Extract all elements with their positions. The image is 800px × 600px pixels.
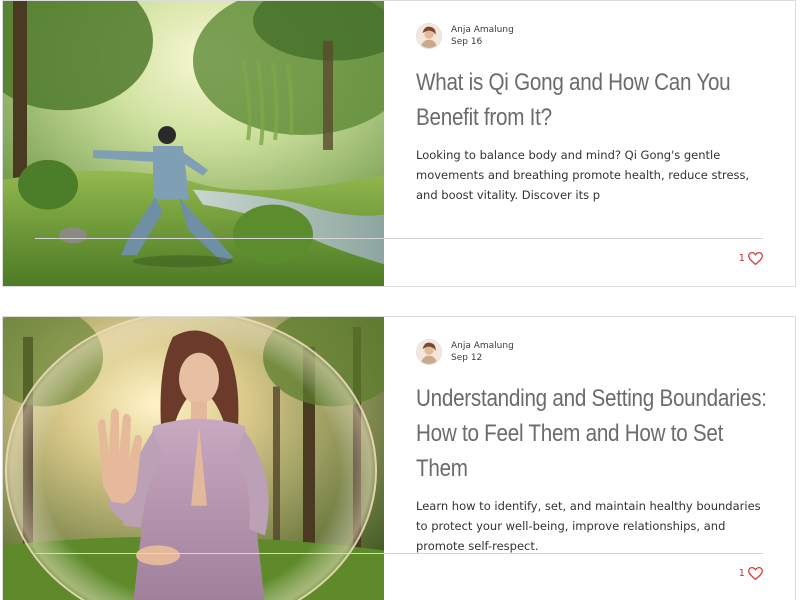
like-count: 1 <box>738 253 745 264</box>
divider <box>35 553 763 554</box>
post-excerpt: Learn how to identify, set, and maintain… <box>416 499 761 553</box>
post-title[interactable]: Understanding and Setting Boundaries: Ho… <box>416 381 777 486</box>
author-row[interactable]: Anja Amalung Sep 16 <box>416 21 795 51</box>
post-date: Sep 16 <box>451 37 483 47</box>
like-count: 1 <box>738 568 745 579</box>
post-content: Anja Amalung Sep 16 What is Qi Gong and … <box>384 1 795 286</box>
qi-gong-illustration <box>3 1 384 286</box>
post-card[interactable]: Anja Amalung Sep 12 Understanding and Se… <box>2 316 796 600</box>
likes[interactable]: 1 <box>739 252 763 265</box>
post-excerpt: Looking to balance body and mind? Qi Gon… <box>416 148 750 202</box>
heart-icon[interactable] <box>748 252 763 265</box>
post-content: Anja Amalung Sep 12 Understanding and Se… <box>384 317 795 600</box>
author-avatar[interactable] <box>416 23 442 49</box>
author-avatar[interactable] <box>416 339 442 365</box>
author-name[interactable]: Anja Amalung <box>451 340 514 352</box>
divider <box>35 238 763 239</box>
post-cover-image[interactable] <box>3 317 384 600</box>
post-cover-image[interactable] <box>3 1 384 286</box>
blog-feed: Anja Amalung Sep 16 What is Qi Gong and … <box>0 0 800 600</box>
boundaries-illustration <box>3 317 384 600</box>
author-name[interactable]: Anja Amalung <box>451 24 514 36</box>
post-card[interactable]: Anja Amalung Sep 16 What is Qi Gong and … <box>2 0 796 287</box>
post-title[interactable]: What is Qi Gong and How Can You Benefit … <box>416 65 777 135</box>
author-row[interactable]: Anja Amalung Sep 12 <box>416 337 795 367</box>
heart-icon[interactable] <box>748 567 763 580</box>
likes[interactable]: 1 <box>739 567 763 580</box>
post-date: Sep 12 <box>451 353 483 363</box>
